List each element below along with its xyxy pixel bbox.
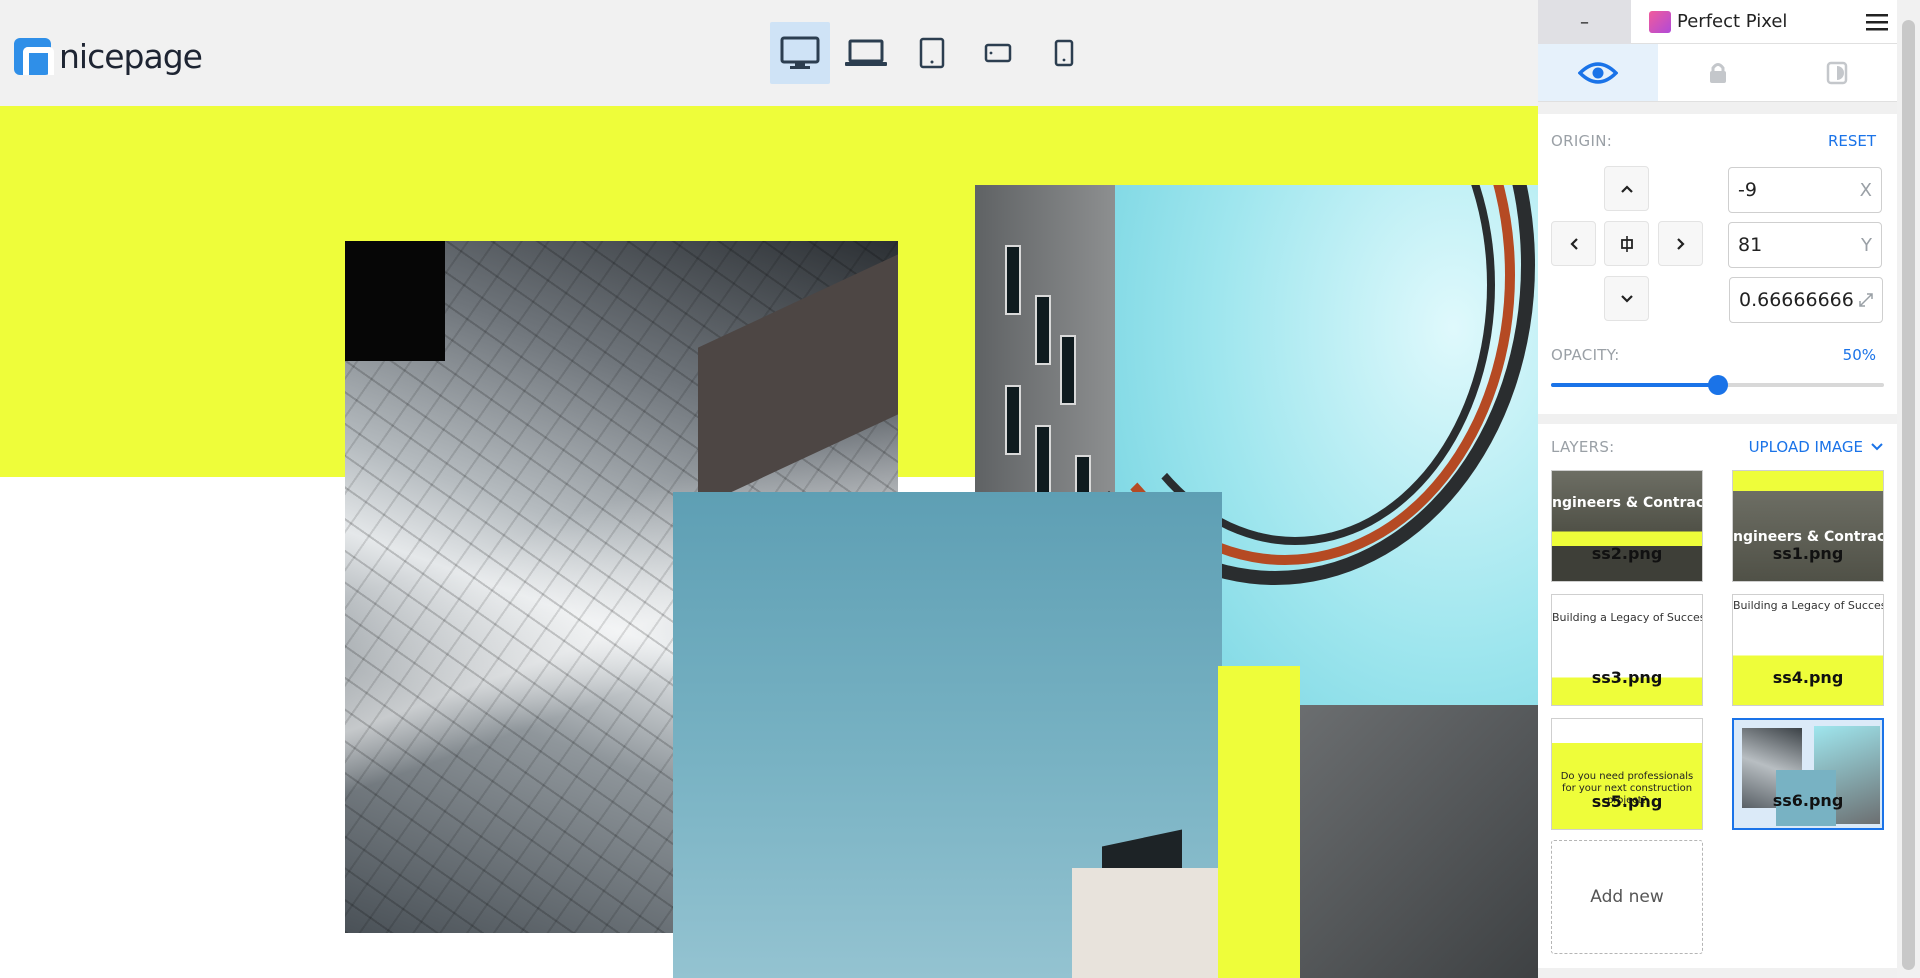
layer-name: ss6.png <box>1772 791 1844 810</box>
logo[interactable]: nicepage <box>14 37 203 76</box>
upload-image-label: UPLOAD IMAGE <box>1748 438 1863 456</box>
device-tablet-button[interactable] <box>902 22 962 84</box>
x-suffix: X <box>1859 179 1872 201</box>
layers-section: LAYERS: UPLOAD IMAGE ngineers & Contract… <box>1538 424 1897 968</box>
page-scrollbar[interactable] <box>1897 0 1920 978</box>
tablet-icon <box>919 37 945 69</box>
opacity-slider[interactable] <box>1551 375 1884 395</box>
layer-thumbnail[interactable]: Do you need professionals for your next … <box>1551 718 1703 830</box>
mode-tabs <box>1538 44 1897 102</box>
reset-button[interactable]: RESET <box>1828 132 1876 150</box>
lock-icon <box>1709 62 1726 83</box>
offset-x-value: -9 <box>1738 179 1757 201</box>
chevron-right-icon <box>1676 237 1685 250</box>
panel-title: Perfect Pixel <box>1631 0 1857 43</box>
move-down-button[interactable] <box>1604 276 1649 321</box>
resize-icon <box>1859 293 1873 307</box>
device-phone-button[interactable] <box>1034 22 1094 84</box>
sky-building-image <box>673 492 1222 978</box>
offset-y-value: 81 <box>1738 234 1763 256</box>
layer-name: ss4.png <box>1772 668 1844 687</box>
logo-text: nicepage <box>59 37 203 76</box>
layer-thumbnail[interactable]: Building a Legacy of Success ss4.png <box>1732 594 1884 706</box>
lock-toggle[interactable] <box>1658 44 1778 101</box>
device-phone-landscape-button[interactable] <box>968 22 1028 84</box>
device-laptop-button[interactable] <box>836 22 896 84</box>
layer-thumbnail-selected[interactable]: ss6.png <box>1732 718 1884 830</box>
upload-image-button[interactable]: UPLOAD IMAGE <box>1749 438 1883 456</box>
layer-name: ss3.png <box>1591 668 1663 687</box>
offset-y-field[interactable]: 81 Y <box>1728 222 1882 268</box>
y-suffix: Y <box>1861 234 1872 256</box>
origin-section: ORIGIN: RESET -9 X 81 Y 0.66666666 OPACI… <box>1538 114 1897 414</box>
scale-value: 0.66666666 <box>1739 289 1854 311</box>
center-icon <box>1620 235 1633 252</box>
visibility-toggle[interactable] <box>1538 44 1658 101</box>
top-toolbar: nicepage <box>0 0 1538 106</box>
invert-colors-icon <box>1826 61 1848 84</box>
yellow-accent-block <box>1218 666 1300 978</box>
add-new-layer-button[interactable]: Add new <box>1551 840 1703 954</box>
chevron-left-icon <box>1569 237 1578 250</box>
perfect-pixel-panel: – Perfect Pixel ORIGIN: RESET -9 X 81 Y … <box>1538 0 1897 978</box>
desktop-icon <box>780 36 820 69</box>
laptop-icon <box>845 39 887 66</box>
chevron-up-icon <box>1620 184 1633 193</box>
origin-label: ORIGIN: <box>1551 132 1613 150</box>
minimize-button[interactable]: – <box>1538 0 1631 44</box>
device-desktop-button[interactable] <box>770 22 830 84</box>
phone-landscape-icon <box>984 43 1012 63</box>
panel-header: – Perfect Pixel <box>1538 0 1897 44</box>
device-switcher <box>770 22 1100 84</box>
offset-x-field[interactable]: -9 X <box>1728 167 1882 213</box>
panel-title-text: Perfect Pixel <box>1677 11 1788 32</box>
center-button[interactable] <box>1604 221 1649 266</box>
hamburger-menu-icon <box>1866 13 1888 30</box>
nicepage-logo-icon <box>14 38 54 75</box>
page-preview-canvas <box>0 106 1538 978</box>
scrollbar-thumb[interactable] <box>1902 20 1915 970</box>
chevron-down-icon <box>1620 294 1633 303</box>
layer-name: ss2.png <box>1591 544 1663 563</box>
layer-thumbnail[interactable]: Building a Legacy of Success ss3.png <box>1551 594 1703 706</box>
perfect-pixel-logo-icon <box>1649 10 1671 33</box>
layer-name: ss5.png <box>1591 792 1663 811</box>
menu-button[interactable] <box>1857 0 1897 43</box>
move-left-button[interactable] <box>1551 221 1596 266</box>
invert-toggle[interactable] <box>1777 44 1897 101</box>
chevron-down-icon <box>1871 443 1883 451</box>
layer-thumbnail[interactable]: ngineers & Contractor ss1.png <box>1732 470 1884 582</box>
scale-field[interactable]: 0.66666666 <box>1729 277 1883 323</box>
eye-icon <box>1577 61 1618 84</box>
opacity-value: 50% <box>1842 346 1876 364</box>
layer-thumbnail[interactable]: ngineers & Contractor ss2.png <box>1551 470 1703 582</box>
move-right-button[interactable] <box>1658 221 1703 266</box>
layers-label: LAYERS: <box>1551 438 1615 456</box>
phone-icon <box>1054 39 1074 67</box>
move-up-button[interactable] <box>1604 166 1649 211</box>
opacity-slider-handle[interactable] <box>1707 375 1728 395</box>
opacity-label: OPACITY: <box>1551 346 1620 364</box>
layer-name: ss1.png <box>1772 544 1844 563</box>
opacity-slider-fill <box>1551 383 1718 387</box>
